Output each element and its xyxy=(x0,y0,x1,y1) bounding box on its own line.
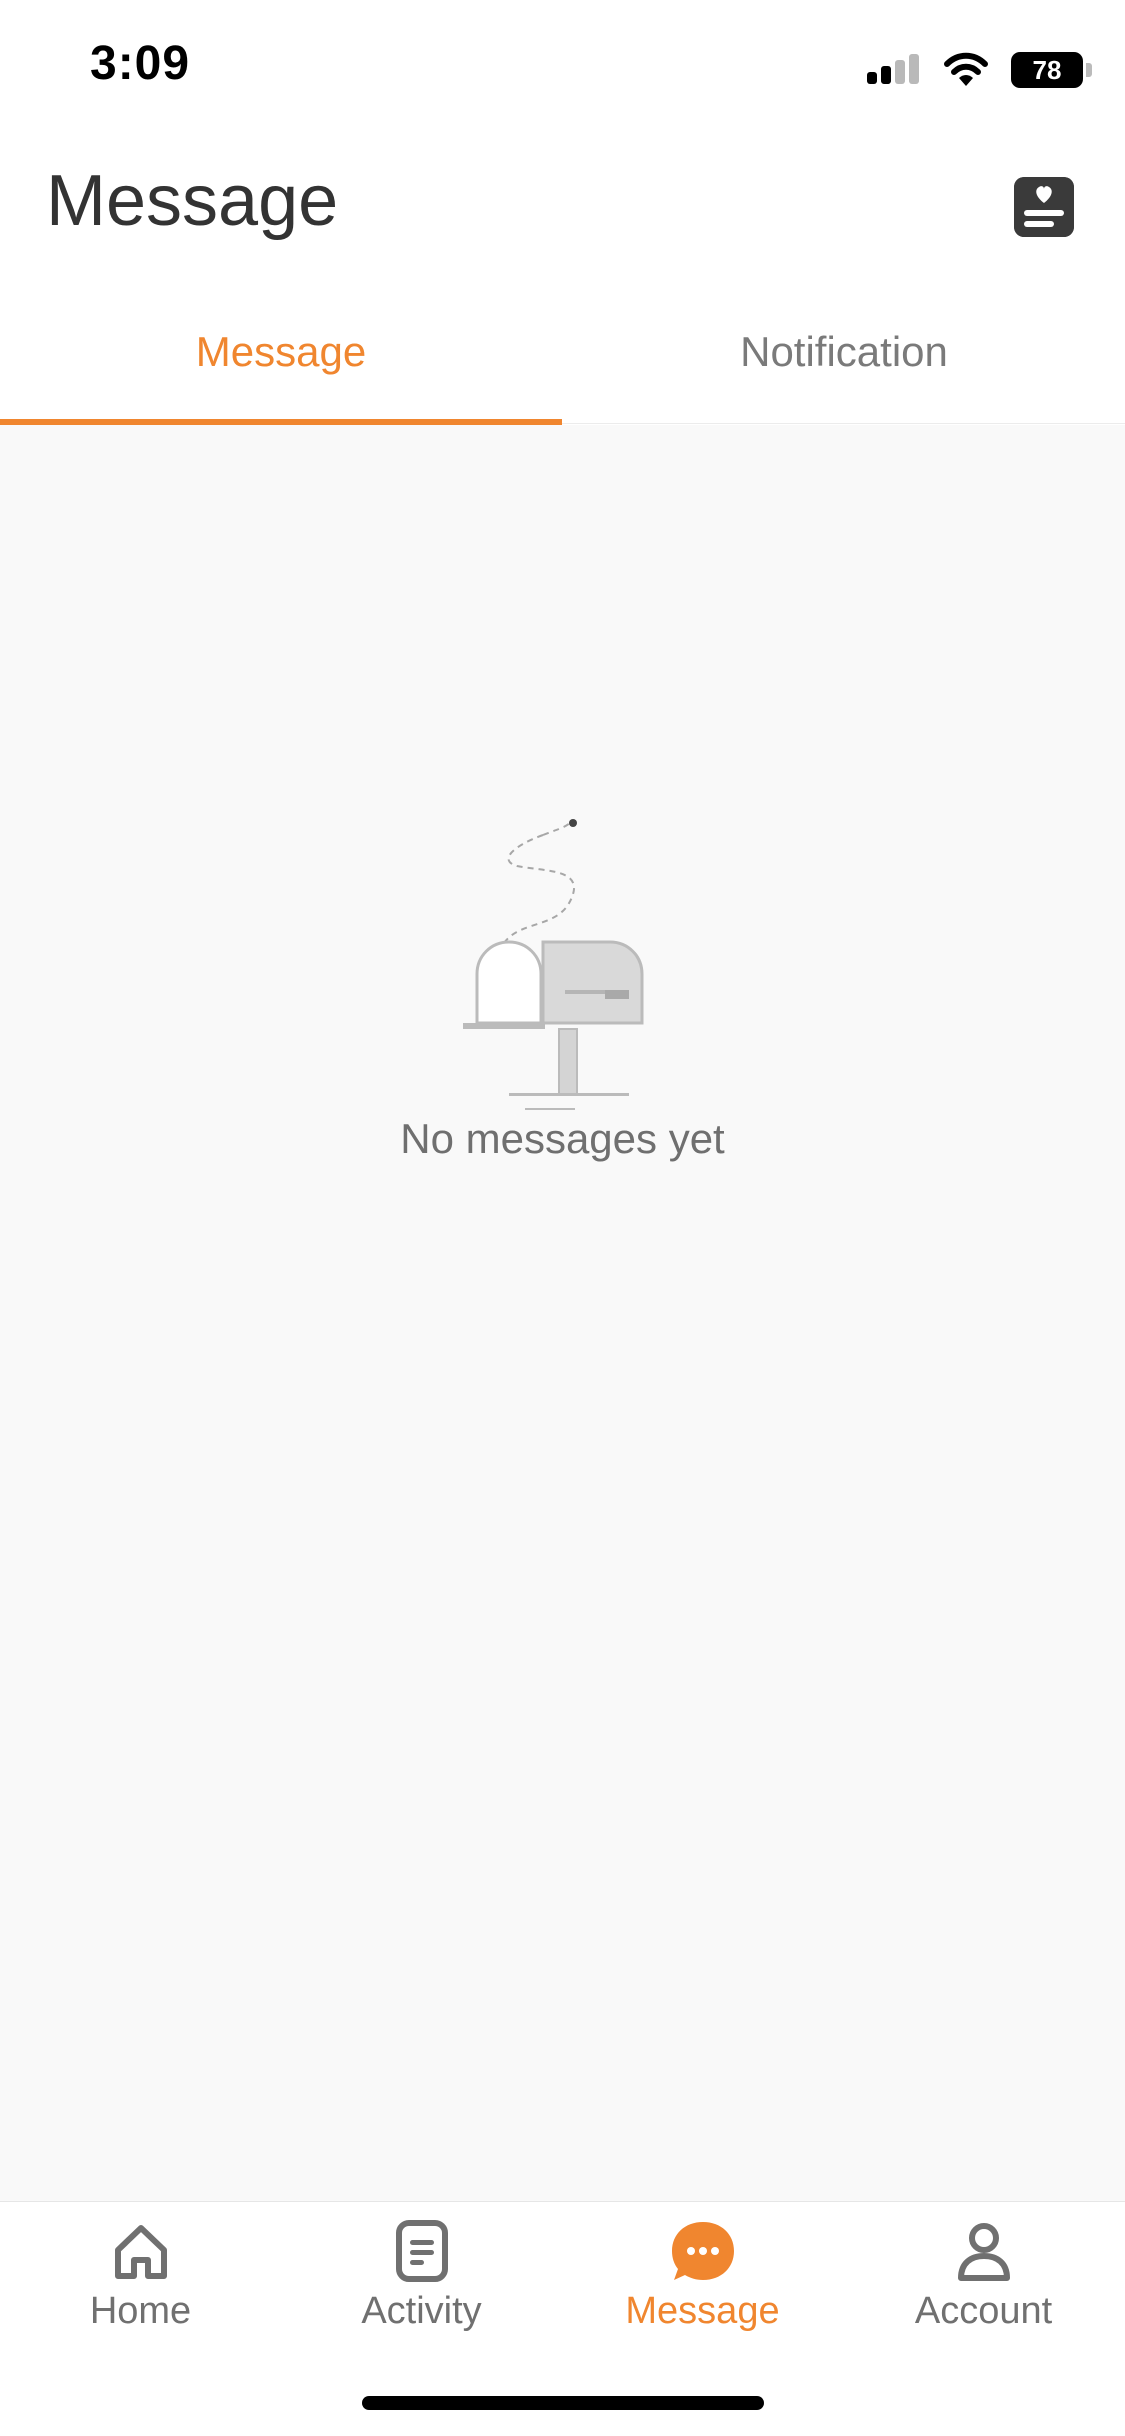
account-icon xyxy=(958,2223,1010,2281)
nav-label-home: Home xyxy=(89,2290,192,2332)
tab-message-label: Message xyxy=(195,328,367,375)
activity-icon xyxy=(396,2220,448,2282)
message-list-area: No messages yet xyxy=(0,425,1125,2201)
nav-label-account: Account xyxy=(914,2290,1053,2332)
message-icon xyxy=(672,2222,734,2280)
tab-notification[interactable]: Notification xyxy=(563,300,1125,424)
nav-label-activity: Activity xyxy=(361,2290,482,2332)
empty-state-text: No messages yet xyxy=(400,1115,725,1162)
app-screen: 3:09 78 Message Message Notification No … xyxy=(0,0,1125,2436)
cellular-signal-icon xyxy=(867,50,921,90)
wifi-icon xyxy=(944,52,988,86)
battery-tip xyxy=(1086,63,1092,77)
status-icons: 78 xyxy=(867,42,1092,98)
battery-level: 78 xyxy=(1032,55,1062,85)
nav-item-activity[interactable]: Activity xyxy=(281,2202,562,2362)
tab-notification-label: Notification xyxy=(740,328,948,375)
nav-item-account[interactable]: Account xyxy=(843,2202,1124,2362)
status-time: 3:09 xyxy=(90,37,191,90)
heart-list-icon[interactable] xyxy=(1014,177,1074,237)
page-title: Message xyxy=(46,161,339,241)
home-indicator[interactable] xyxy=(362,2396,764,2410)
nav-label-message: Message xyxy=(625,2290,780,2332)
tab-bar: Message Notification xyxy=(0,300,1125,425)
nav-item-message[interactable]: Message xyxy=(562,2202,843,2362)
mailbox-icon xyxy=(463,819,644,1110)
home-icon xyxy=(115,2225,167,2279)
status-bar: 3:09 78 xyxy=(0,0,1125,140)
tab-message[interactable]: Message xyxy=(0,300,562,425)
battery-icon: 78 xyxy=(1011,52,1092,88)
nav-item-home[interactable]: Home xyxy=(0,2202,281,2362)
